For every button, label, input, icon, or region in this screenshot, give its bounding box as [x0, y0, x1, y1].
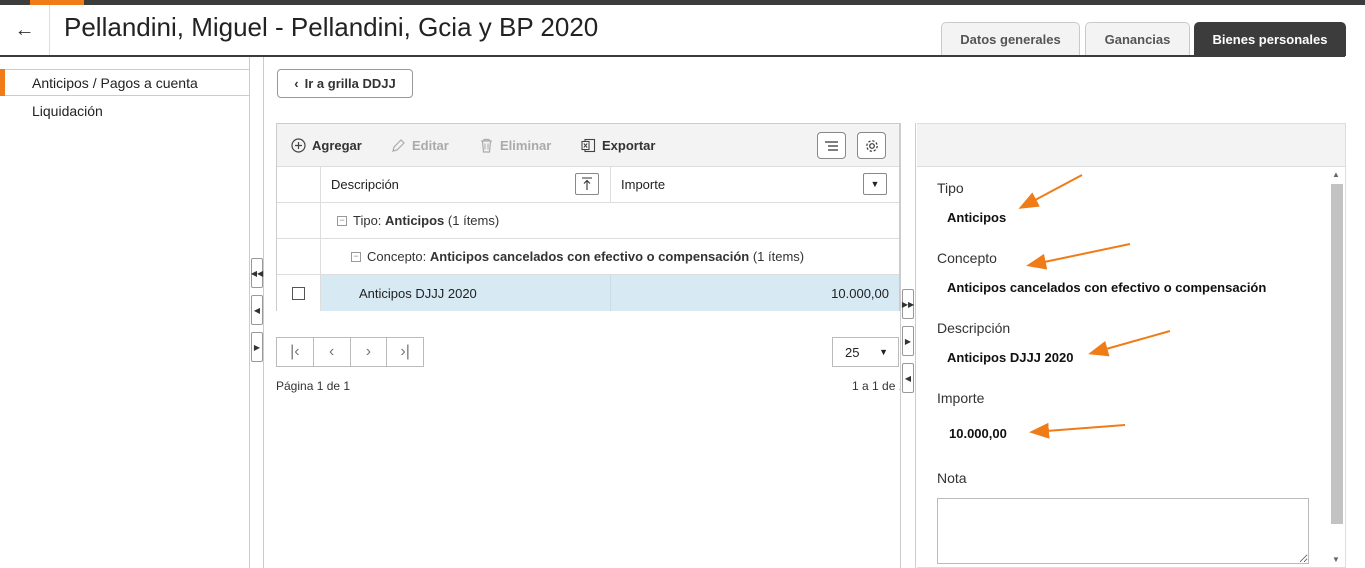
annotation-arrow-descripcion: [1088, 330, 1171, 357]
annotation-arrow-concepto: [1026, 243, 1131, 270]
annotation-arrow-tipo: [1018, 174, 1083, 209]
annotation-arrow-importe: [1029, 422, 1126, 439]
annotation-arrows: [1018, 174, 1171, 439]
